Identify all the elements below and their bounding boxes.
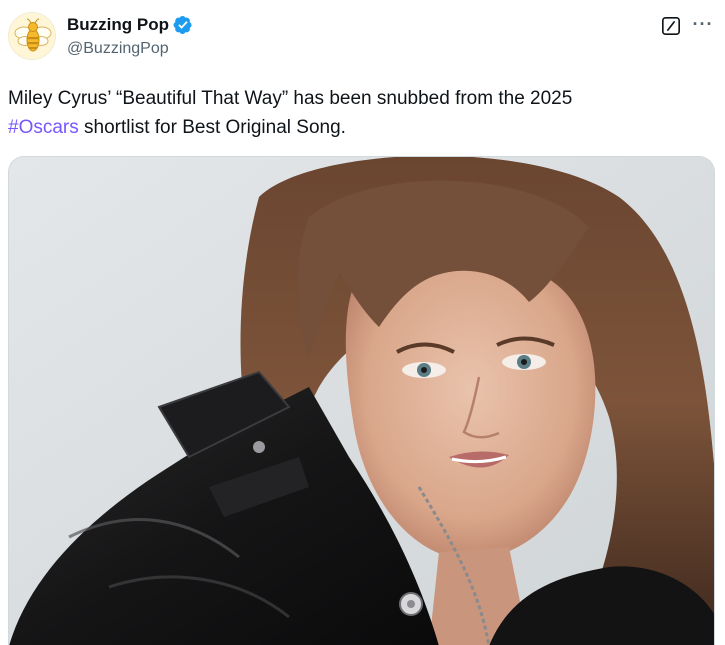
author-name-row[interactable]: Buzzing Pop xyxy=(67,14,193,36)
portrait-photo xyxy=(9,157,714,645)
author-handle[interactable]: @BuzzingPop xyxy=(67,40,169,58)
tweet-text-line-2: #Oscars shortlist for Best Original Song… xyxy=(8,113,708,142)
tweet-media-image[interactable] xyxy=(8,156,715,645)
more-options-button[interactable]: ··· xyxy=(690,13,716,35)
tweet-text: Miley Cyrus’ “Beautiful That Way” has be… xyxy=(8,84,708,142)
grok-button[interactable] xyxy=(660,15,682,37)
tweet-text-line-1: Miley Cyrus’ “Beautiful That Way” has be… xyxy=(8,88,573,109)
display-name[interactable]: Buzzing Pop xyxy=(67,15,169,35)
tweet-card: Buzzing Pop @BuzzingPop ··· Miley Cyrus’… xyxy=(0,0,725,645)
grok-icon xyxy=(662,17,680,35)
tweet-text-rest: shortlist for Best Original Song. xyxy=(78,117,346,138)
bee-icon xyxy=(9,13,55,59)
hashtag-link[interactable]: #Oscars xyxy=(8,117,79,138)
avatar[interactable] xyxy=(8,12,56,60)
more-icon: ··· xyxy=(692,13,714,34)
verified-badge-icon xyxy=(173,15,193,35)
